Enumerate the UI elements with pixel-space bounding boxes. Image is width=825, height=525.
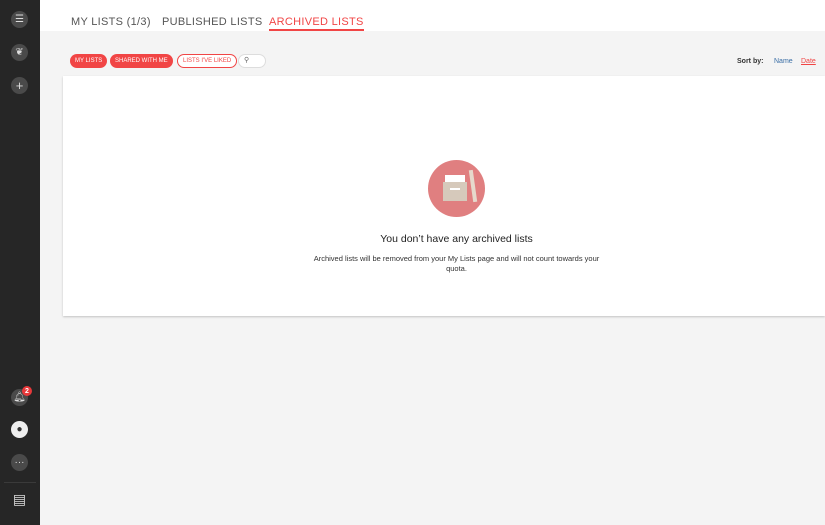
- archived-lists-panel: You don’t have any archived lists Archiv…: [63, 76, 825, 316]
- plus-icon[interactable]: +: [11, 77, 28, 94]
- filter-my-lists[interactable]: My lists: [70, 54, 108, 68]
- divider: [4, 482, 36, 483]
- sort-label: Sort by:: [737, 58, 764, 65]
- tab-archived-lists[interactable]: ARCHIVED LISTS: [269, 16, 364, 31]
- book-icon[interactable]: ▤: [11, 491, 28, 508]
- search-input[interactable]: ⚲: [238, 54, 266, 68]
- tab-published-lists[interactable]: PUBLISHED LISTS: [162, 16, 262, 28]
- filter-shared-with-me[interactable]: Shared with me: [110, 54, 173, 68]
- tab-my-lists[interactable]: MY LISTS (1/3): [71, 16, 151, 28]
- avatar[interactable]: ●: [11, 421, 28, 438]
- filter-lists-liked[interactable]: Lists I've liked: [177, 54, 238, 68]
- empty-title: You don’t have any archived lists: [380, 233, 533, 245]
- notification-badge: 2: [22, 386, 32, 396]
- empty-description: Archived lists will be removed from your…: [313, 254, 600, 273]
- leaf-icon[interactable]: ❦: [11, 44, 28, 61]
- archive-box-icon: [428, 160, 485, 217]
- sort-date[interactable]: Date: [801, 58, 816, 65]
- menu-icon[interactable]: ☰: [11, 11, 28, 28]
- tab-bar: MY LISTS (1/3) PUBLISHED LISTS ARCHIVED …: [40, 0, 825, 31]
- sort-name[interactable]: Name: [774, 58, 793, 65]
- more-icon[interactable]: ···: [11, 454, 28, 471]
- sidebar: ☰ ❦ + 🔔︎ 2 ● ··· ▤: [0, 0, 40, 525]
- search-icon: ⚲: [244, 57, 250, 64]
